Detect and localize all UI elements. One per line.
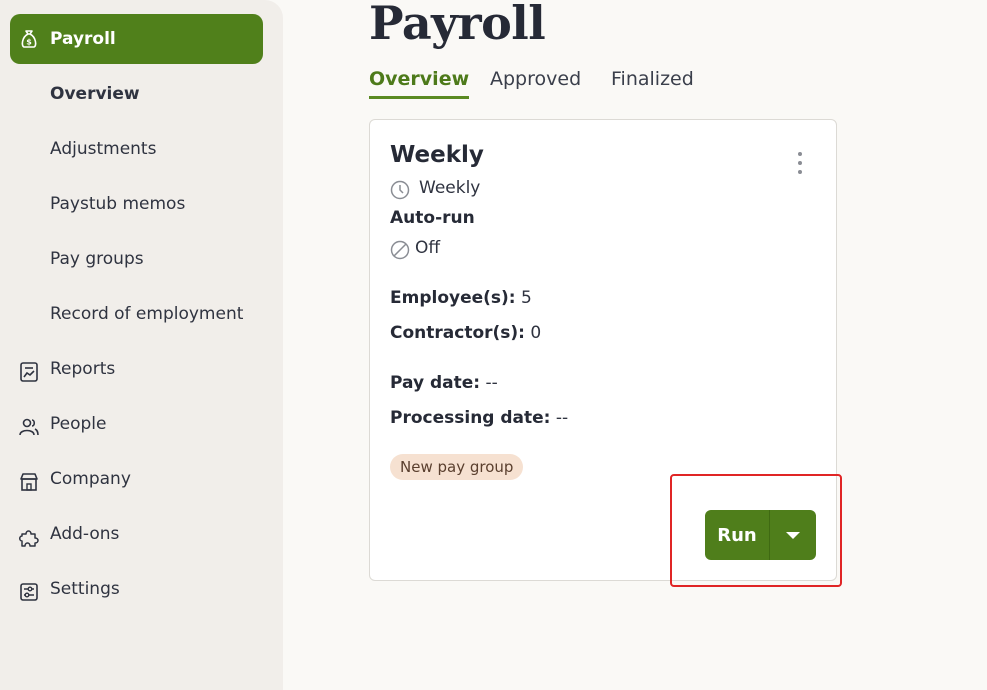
chevron-down-icon <box>786 531 800 539</box>
sidebar: $ Payroll Overview Adjustments Paystub m… <box>0 0 283 690</box>
tab-approved[interactable]: Approved <box>490 68 581 99</box>
pay-date-value: -- <box>485 373 498 393</box>
tab-overview[interactable]: Overview <box>369 68 470 99</box>
settings-icon <box>20 583 38 601</box>
sidebar-subitem-overview[interactable]: Overview <box>50 84 140 104</box>
employees-stat: Employee(s): 5 <box>390 288 532 308</box>
processing-date-stat: Processing date: -- <box>390 408 568 428</box>
svg-text:$: $ <box>26 38 32 47</box>
contractors-stat: Contractor(s): 0 <box>390 323 541 343</box>
page-title: Payroll <box>369 0 546 50</box>
pay-frequency: Weekly <box>419 178 481 198</box>
autorun-value: Off <box>415 238 441 258</box>
more-options-icon[interactable] <box>792 152 808 180</box>
status-badge: New pay group <box>390 454 524 480</box>
tab-finalized[interactable]: Finalized <box>611 68 694 99</box>
sidebar-item-label: Payroll <box>50 29 116 49</box>
sidebar-item-label: People <box>50 414 107 434</box>
contractors-value: 0 <box>530 323 542 343</box>
people-icon <box>19 418 39 436</box>
store-icon <box>20 473 38 491</box>
sidebar-subitem-record-of-employment[interactable]: Record of employment <box>50 304 243 324</box>
autorun-label: Auto-run <box>390 208 475 228</box>
report-icon <box>20 362 38 382</box>
contractors-label: Contractor(s): <box>390 323 525 343</box>
processing-date-label: Processing date: <box>390 408 551 428</box>
run-button[interactable]: Run <box>705 510 770 560</box>
employees-value: 5 <box>521 288 532 308</box>
sidebar-item-label: Reports <box>50 359 116 379</box>
sidebar-subitem-adjustments[interactable]: Adjustments <box>50 139 156 159</box>
employees-label: Employee(s): <box>390 288 516 308</box>
pay-date-label: Pay date: <box>390 373 481 393</box>
sidebar-subitem-paystub-memos[interactable]: Paystub memos <box>50 194 185 214</box>
card-title: Weekly <box>390 142 484 168</box>
disabled-icon <box>390 240 410 260</box>
money-bag-icon: $ <box>21 30 37 48</box>
puzzle-icon <box>19 530 39 547</box>
sidebar-item-label: Add-ons <box>50 524 120 544</box>
sidebar-subitem-pay-groups[interactable]: Pay groups <box>50 249 144 269</box>
run-split-button: Run <box>705 510 816 560</box>
sidebar-item-payroll[interactable]: $ Payroll <box>10 14 263 64</box>
sidebar-item-label: Company <box>50 469 131 489</box>
pay-date-stat: Pay date: -- <box>390 373 498 393</box>
sidebar-item-label: Settings <box>50 579 120 599</box>
clock-icon <box>390 180 410 200</box>
processing-date-value: -- <box>555 408 569 428</box>
run-options-dropdown[interactable] <box>770 510 816 560</box>
